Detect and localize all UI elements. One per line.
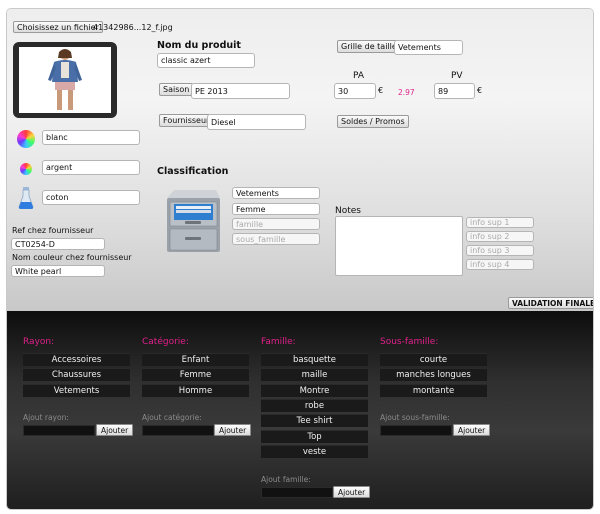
family-item[interactable]: robe: [261, 399, 368, 412]
category-title: Catégorie:: [142, 337, 189, 347]
rayon-item[interactable]: Chaussures: [23, 368, 130, 381]
product-photo: [19, 47, 111, 113]
category-item[interactable]: Homme: [142, 384, 249, 397]
info-sup-1-field[interactable]: info sup 1: [466, 217, 534, 228]
product-editor-panel: Choisissez un fichier 41342986...12_f.jp…: [6, 8, 594, 510]
add-subfamily-button[interactable]: Ajouter: [453, 424, 491, 436]
add-family-input[interactable]: [261, 487, 333, 498]
notes-label: Notes: [335, 206, 361, 216]
filing-cabinet-icon: [164, 188, 222, 256]
choose-file-button[interactable]: Choisissez un fichier: [13, 21, 103, 33]
add-category-label: Ajout catégorie:: [142, 413, 202, 422]
color-wheel-icon: [17, 130, 35, 148]
classification-family-field[interactable]: famille: [232, 218, 320, 230]
file-name: 41342986...12_f.jpg: [93, 23, 173, 32]
info-sup-2-field[interactable]: info sup 2: [466, 231, 534, 242]
add-rayon-button[interactable]: Ajouter: [96, 424, 134, 436]
size-grid-button[interactable]: Grille de taille: [337, 40, 401, 53]
classification-subfamily-field[interactable]: sous_famille: [232, 233, 320, 245]
subfamily-title: Sous-famille:: [380, 337, 439, 347]
sales-promos-button[interactable]: Soldes / Promos: [337, 115, 409, 128]
family-item[interactable]: Top: [261, 430, 368, 443]
family-item[interactable]: maille: [261, 368, 368, 381]
supplier-ref-field[interactable]: CT0254-D: [11, 238, 105, 250]
add-family-button[interactable]: Ajouter: [333, 486, 371, 498]
subfamily-item[interactable]: manches longues: [380, 368, 487, 381]
add-rayon-input[interactable]: [23, 425, 95, 436]
material-field[interactable]: coton: [42, 190, 140, 205]
add-category-button[interactable]: Ajouter: [214, 424, 252, 436]
pv-label: PV: [451, 71, 463, 81]
product-form-section: Choisissez un fichier 41342986...12_f.jp…: [7, 9, 593, 311]
family-item[interactable]: Montre: [261, 384, 368, 397]
pv-currency: €: [477, 86, 483, 95]
pa-currency: €: [378, 86, 384, 95]
model-photo-icon: [48, 49, 82, 110]
classification-rayon-field[interactable]: Vetements: [232, 187, 320, 199]
family-item[interactable]: veste: [261, 445, 368, 458]
season-field[interactable]: PE 2013: [191, 83, 290, 99]
rayon-title: Rayon:: [23, 337, 55, 347]
pa-field[interactable]: 30: [334, 83, 376, 99]
pa-label: PA: [353, 71, 365, 81]
info-sup-3-field[interactable]: info sup 3: [466, 245, 534, 256]
product-name-label: Nom du produit: [157, 40, 241, 51]
season-button[interactable]: Saison: [159, 83, 194, 96]
color-field[interactable]: blanc: [42, 130, 140, 145]
catalog-lists-section: Rayon: Accessoires Chaussures Vetements …: [7, 311, 593, 509]
product-name-field[interactable]: classic azert: [157, 53, 255, 68]
color-wheel-small-icon: [20, 163, 32, 175]
final-validation-button[interactable]: VALIDATION FINALE: [508, 297, 593, 309]
classification-category-field[interactable]: Femme: [232, 203, 320, 215]
category-item[interactable]: Femme: [142, 368, 249, 381]
add-subfamily-input[interactable]: [380, 425, 452, 436]
margin-value: 2.97: [398, 88, 415, 97]
add-subfamily-label: Ajout sous-famille:: [380, 413, 450, 422]
flask-icon: [18, 187, 34, 211]
pv-field[interactable]: 89: [434, 83, 475, 99]
family-item[interactable]: Tee shirt: [261, 414, 368, 427]
supplier-ref-label: Ref chez fournisseur: [12, 226, 94, 235]
family-title: Famille:: [261, 337, 296, 347]
add-category-input[interactable]: [142, 425, 214, 436]
info-sup-4-field[interactable]: info sup 4: [466, 259, 534, 270]
category-item[interactable]: Enfant: [142, 353, 249, 366]
add-family-label: Ajout famille:: [261, 475, 311, 484]
add-rayon-label: Ajout rayon:: [23, 413, 69, 422]
notes-textarea[interactable]: [335, 216, 463, 276]
size-grid-field[interactable]: Vetements: [394, 40, 463, 55]
supplier-color-label: Nom couleur chez fournisseur: [12, 253, 132, 262]
supplier-button[interactable]: Fournisseur: [159, 114, 214, 127]
product-photo-frame[interactable]: [13, 42, 117, 118]
subfamily-item[interactable]: montante: [380, 384, 487, 397]
supplier-field[interactable]: Diesel: [207, 114, 306, 130]
supplier-color-field[interactable]: White pearl: [11, 265, 105, 277]
classification-title: Classification: [157, 166, 229, 177]
second-color-field[interactable]: argent: [42, 160, 140, 175]
rayon-item[interactable]: Accessoires: [23, 353, 130, 366]
rayon-item[interactable]: Vetements: [23, 384, 130, 397]
family-item[interactable]: basquette: [261, 353, 368, 366]
subfamily-item[interactable]: courte: [380, 353, 487, 366]
